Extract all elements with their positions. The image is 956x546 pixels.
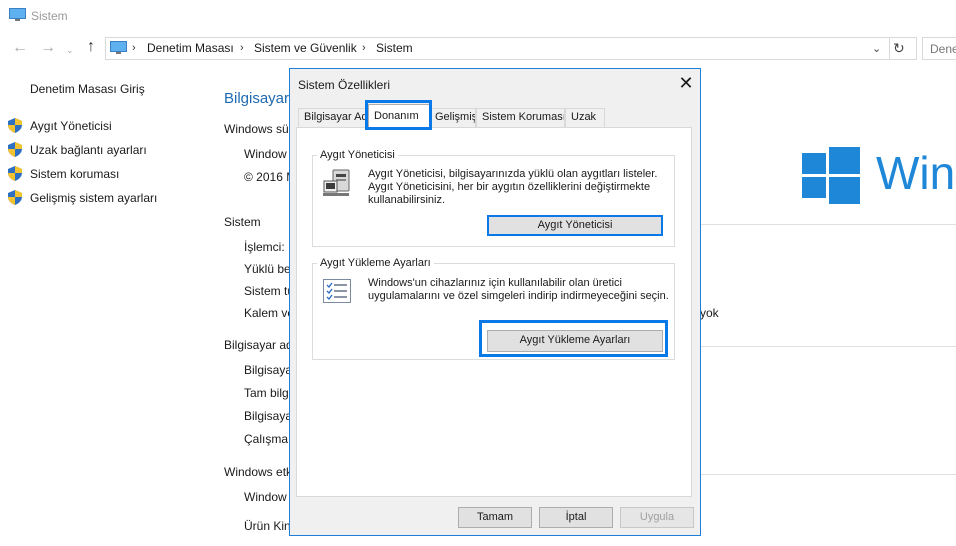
info-row: Kalem ve (244, 306, 295, 320)
sidebar-item-device-manager[interactable]: Aygıt Yöneticisi (30, 119, 112, 133)
info-row: Window (244, 147, 287, 161)
chevron-down-icon[interactable]: ⌄ (872, 42, 881, 55)
divider (889, 38, 890, 59)
apply-button[interactable]: Uygula (620, 507, 694, 528)
tab-hardware[interactable]: Donanım (368, 104, 430, 129)
page-heading: Bilgisayar (224, 90, 290, 107)
group-description-line: Aygıt Yöneticisini, her bir aygıtın özel… (368, 181, 651, 193)
group-description-line: kullanabilirsiniz. (368, 194, 446, 206)
close-icon[interactable]: ✕ (676, 73, 696, 94)
section-title: Bilgisayar ad (224, 338, 293, 352)
group-title: Aygıt Yöneticisi (317, 149, 398, 161)
sidebar-item-advanced-settings[interactable]: Gelişmiş sistem ayarları (30, 191, 157, 205)
chevron-right-icon: › (132, 42, 136, 54)
forward-arrow-icon[interactable]: → (40, 38, 56, 58)
info-row: Bilgisaya (244, 409, 293, 423)
sidebar-home-link[interactable]: Denetim Masası Giriş (30, 82, 145, 96)
group-title: Aygıt Yükleme Ayarları (317, 257, 434, 269)
ok-button[interactable]: Tamam (458, 507, 532, 528)
sidebar-item-remote-settings[interactable]: Uzak bağlantı ayarları (30, 143, 147, 157)
shield-icon (8, 190, 22, 205)
section-title: Sistem (224, 215, 261, 229)
shield-icon (8, 166, 22, 181)
computer-icon (110, 41, 127, 54)
info-row: İşlemci: (244, 240, 285, 254)
search-placeholder: Dene (930, 42, 956, 56)
up-arrow-icon[interactable]: ↑ (87, 37, 95, 57)
info-row: Çalışma (244, 432, 289, 446)
device-manager-button[interactable]: Aygıt Yöneticisi (487, 215, 663, 236)
sidebar-item-system-protection[interactable]: Sistem koruması (30, 167, 119, 181)
group-description-line: uygulamalarını ve özel simgeleri indirip… (368, 290, 669, 302)
cancel-button[interactable]: İptal (539, 507, 613, 528)
recent-dropdown-icon[interactable]: ⌄ (66, 40, 74, 60)
tab-remote[interactable]: Uzak (565, 108, 605, 128)
info-row: Sistem tü (244, 284, 295, 298)
info-row: Tam bilg (244, 386, 289, 400)
tab-page: Aygıt Yöneticisi Aygıt Yöneticisi, bilgi… (296, 127, 692, 497)
windows-brand-text: Win (876, 147, 956, 199)
info-value: yok (700, 306, 719, 320)
chevron-right-icon: › (240, 42, 244, 54)
chevron-right-icon: › (362, 42, 366, 54)
info-row: Bilgisaya (244, 363, 293, 377)
refresh-icon[interactable]: ↻ (893, 40, 905, 57)
group-description-line: Aygıt Yöneticisi, bilgisayarınızda yüklü… (368, 168, 658, 180)
info-row: Yüklü be (244, 262, 291, 276)
checklist-icon (323, 279, 351, 303)
shield-icon (8, 142, 22, 157)
window-title: Sistem (31, 9, 68, 23)
system-icon (9, 8, 26, 21)
breadcrumb-item[interactable]: Denetim Masası (147, 41, 234, 55)
dialog-title: Sistem Özellikleri (298, 78, 391, 92)
section-title: Windows etk (224, 465, 293, 479)
device-install-settings-button[interactable]: Aygıt Yükleme Ayarları (487, 330, 663, 352)
tab-computer-name[interactable]: Bilgisayar Adı (298, 108, 367, 128)
breadcrumb-item[interactable]: Sistem ve Güvenlik (254, 41, 357, 55)
info-row: Ürün Kin (244, 519, 291, 533)
section-title: Windows sü (224, 122, 289, 136)
tab-system-protection[interactable]: Sistem Koruması (476, 108, 565, 128)
info-row: Window (244, 490, 287, 504)
tab-advanced[interactable]: Gelişmiş (429, 108, 476, 128)
device-manager-icon (323, 169, 350, 196)
back-arrow-icon[interactable]: ← (12, 38, 28, 58)
title-bar (0, 0, 956, 32)
group-description-line: Windows'un cihazlarınız için kullanılabi… (368, 277, 622, 289)
breadcrumb-item[interactable]: Sistem (376, 41, 413, 55)
shield-icon (8, 118, 22, 133)
